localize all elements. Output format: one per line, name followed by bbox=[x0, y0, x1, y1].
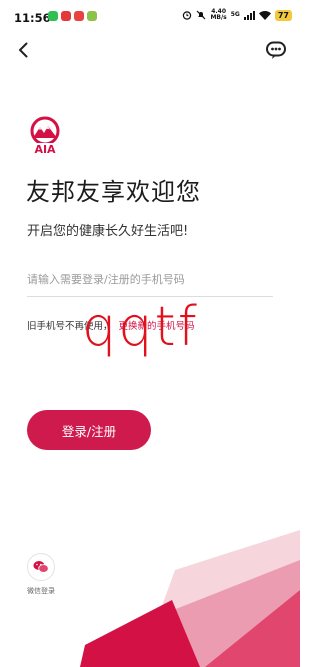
welcome-subtitle: 开启您的健康长久好生活吧! bbox=[27, 224, 189, 239]
wifi-icon bbox=[258, 10, 271, 20]
signal-icon bbox=[243, 10, 255, 20]
mute-icon bbox=[197, 10, 206, 20]
chat-bubble-icon bbox=[266, 41, 286, 59]
network-type: 5G bbox=[230, 11, 240, 18]
notification-icons bbox=[48, 11, 97, 21]
phone-input[interactable] bbox=[27, 262, 273, 297]
red-app-icon bbox=[61, 11, 71, 21]
customer-service-button[interactable] bbox=[264, 38, 288, 62]
messaging-app-icon bbox=[48, 11, 58, 21]
wechat-icon bbox=[33, 561, 49, 573]
login-screen: 11:56 4.40 MB/s 5G 77 AIA 友邦友享欢迎您 开启您的健康… bbox=[0, 0, 300, 667]
status-bar: 11:56 4.40 MB/s 5G 77 bbox=[0, 0, 300, 36]
login-register-button[interactable]: 登录/注册 bbox=[27, 410, 151, 450]
chevron-left-icon bbox=[19, 42, 28, 58]
welcome-title: 友邦友享欢迎您 bbox=[26, 178, 201, 206]
wechat-login-label: 微信登录 bbox=[27, 587, 55, 595]
game-app-icon bbox=[87, 11, 97, 21]
old-phone-row: 旧手机号不再使用， 更换新的手机号码 bbox=[27, 318, 195, 332]
status-time: 11:56 bbox=[14, 11, 51, 25]
network-speed-unit: MB/s bbox=[210, 14, 227, 21]
red-app-icon-2 bbox=[74, 11, 84, 21]
network-speed: 4.40 MB/s bbox=[210, 9, 226, 21]
aia-logo-text: AIA bbox=[34, 143, 56, 156]
battery-indicator: 77 bbox=[274, 9, 292, 21]
system-icons: 4.40 MB/s 5G 77 bbox=[182, 9, 292, 21]
old-phone-text: 旧手机号不再使用， bbox=[27, 321, 113, 332]
wechat-icon-circle bbox=[27, 553, 55, 581]
alarm-icon bbox=[183, 11, 192, 20]
aia-logo: AIA bbox=[30, 116, 60, 156]
back-button[interactable] bbox=[12, 38, 36, 62]
wechat-login-button[interactable]: 微信登录 bbox=[24, 553, 58, 596]
change-phone-link[interactable]: 更换新的手机号码 bbox=[119, 321, 195, 332]
